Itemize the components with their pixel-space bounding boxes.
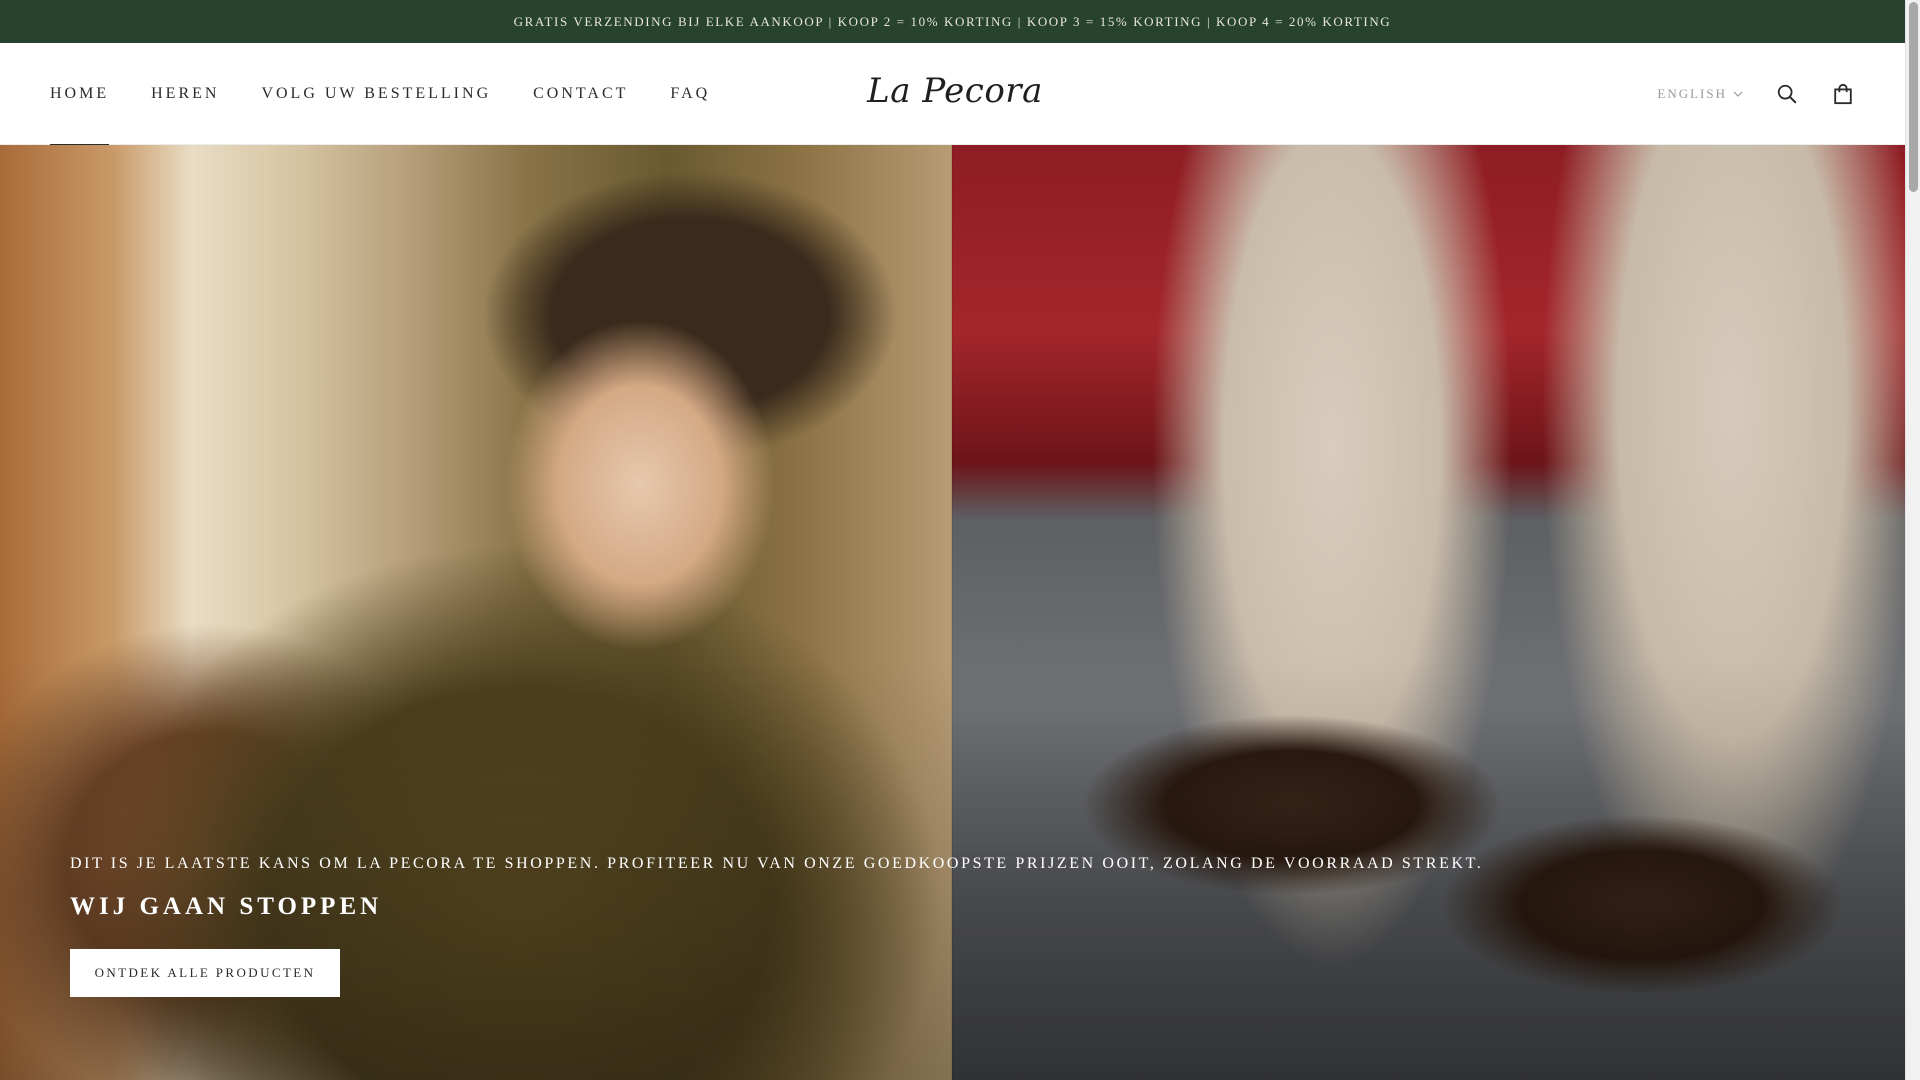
- chevron-down-icon: [1733, 91, 1743, 97]
- language-label: English: [1657, 86, 1727, 101]
- announcement-bar: Gratis verzending bij elke aankoop | Koo…: [0, 0, 1905, 43]
- page-scrollbar[interactable]: [1905, 0, 1920, 1080]
- search-icon: [1777, 84, 1797, 104]
- announcement-text: Gratis verzending bij elke aankoop | Koo…: [513, 13, 1392, 29]
- nav-item-volg-uw-bestelling[interactable]: Volg uw bestelling: [261, 43, 491, 145]
- language-selector[interactable]: English: [1657, 86, 1743, 102]
- main-nav: Home Heren Volg uw bestelling Contact FA…: [50, 43, 710, 146]
- site-logo[interactable]: La Pecora: [867, 69, 1042, 113]
- scrollbar-thumb[interactable]: [1909, 2, 1918, 192]
- nav-item-heren[interactable]: Heren: [151, 43, 219, 145]
- shopping-bag-icon: [1834, 83, 1852, 105]
- discover-all-products-button[interactable]: Ontdek alle producten: [70, 949, 340, 997]
- site-header: Home Heren Volg uw bestelling Contact FA…: [0, 43, 1905, 146]
- cart-button[interactable]: [1831, 82, 1855, 106]
- search-button[interactable]: [1775, 82, 1799, 106]
- hero-subtitle: Dit is je laatste kans om La Pecora te s…: [70, 855, 1484, 872]
- nav-item-contact[interactable]: Contact: [533, 43, 628, 145]
- hero-banner: Dit is je laatste kans om La Pecora te s…: [0, 145, 1905, 1080]
- hero-title: Wij gaan stoppen: [70, 893, 383, 920]
- hero-content: Dit is je laatste kans om La Pecora te s…: [70, 855, 1484, 997]
- header-actions: English: [1657, 43, 1855, 145]
- nav-item-faq[interactable]: FAQ: [670, 43, 710, 145]
- nav-item-home[interactable]: Home: [50, 43, 110, 146]
